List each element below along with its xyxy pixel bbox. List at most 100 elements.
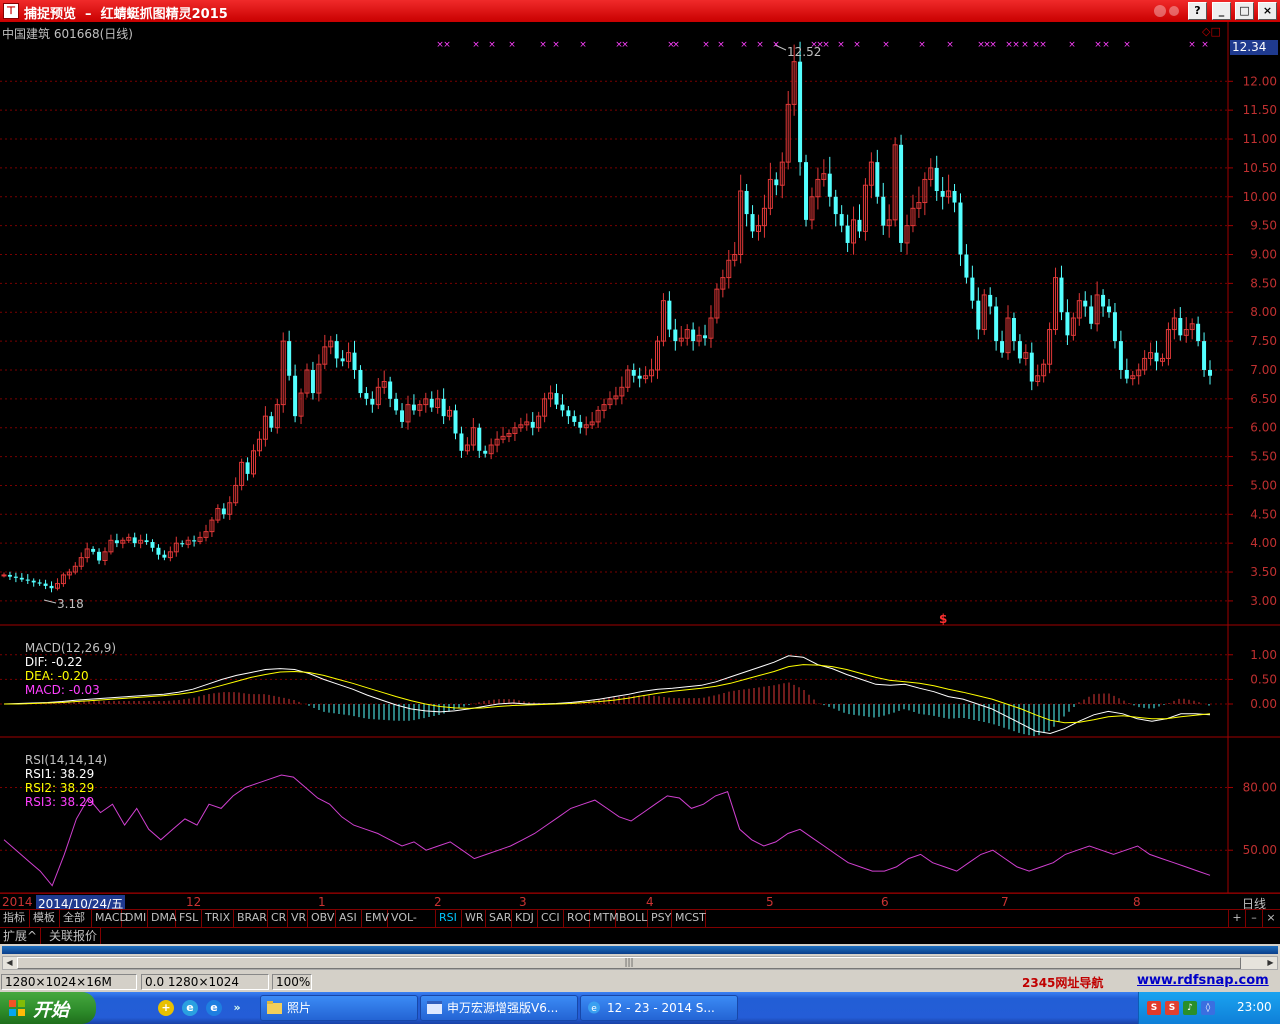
zoom-in-button[interactable]: +: [1228, 910, 1245, 927]
signal-marker: ×: [1012, 40, 1020, 50]
tab-asi[interactable]: ASI: [336, 910, 362, 927]
tab-vr[interactable]: VR: [288, 910, 308, 927]
tab-指标[interactable]: 指标: [0, 910, 30, 927]
candle-body: [19, 577, 24, 580]
close-button[interactable]: ×: [1258, 2, 1277, 20]
signal-marker: ×: [702, 40, 710, 50]
price-tick-label: 3.00: [1250, 594, 1277, 608]
signal-marker: ×: [717, 40, 725, 50]
month-label: 8: [1133, 895, 1141, 909]
candle-body: [958, 202, 963, 255]
task-button-photos[interactable]: 照片: [260, 995, 418, 1021]
candle-body: [400, 410, 405, 422]
tab-macd[interactable]: MACD: [92, 910, 128, 927]
price-tick-label: 7.00: [1250, 363, 1277, 377]
tab-全部[interactable]: 全部: [60, 910, 92, 927]
ie-icon: e: [588, 1001, 600, 1014]
current-price-tag: 12.34: [1230, 40, 1278, 55]
task-button-stock-app[interactable]: 申万宏源增强版V6...: [420, 995, 578, 1021]
rdfsnap-link[interactable]: www.rdfsnap.com: [1137, 973, 1269, 988]
tab-mtm[interactable]: MTM: [590, 910, 619, 927]
title-bar[interactable]: ⊤ 捕捉预览 – 红蜻蜓抓图精灵2015 ? _ □ ×: [0, 0, 1280, 22]
rsi-line: [3, 774, 1211, 887]
tab-dmi[interactable]: DMI: [122, 910, 148, 927]
candle-body: [1202, 341, 1207, 370]
price-tick-label: 4.00: [1250, 536, 1277, 550]
quicklaunch-expand-icon[interactable]: »: [229, 1000, 245, 1016]
candle-body: [774, 179, 779, 186]
scrollbar-thumb[interactable]: |||: [17, 957, 1241, 969]
candle-body: [441, 398, 446, 417]
quicklaunch-icon[interactable]: +: [158, 1000, 174, 1016]
candle-body: [340, 358, 345, 362]
tab-kdj[interactable]: KDJ: [512, 910, 538, 927]
start-button[interactable]: 开始: [0, 992, 96, 1024]
tab-roc[interactable]: ROC: [564, 910, 591, 927]
close-indicator-button[interactable]: ×: [1262, 910, 1279, 927]
corner-icons[interactable]: ◇□: [1202, 25, 1221, 38]
quicklaunch-icon[interactable]: e: [206, 1000, 222, 1016]
candle-body: [1011, 318, 1016, 342]
tab-obv[interactable]: OBV: [308, 910, 336, 927]
tab-模板[interactable]: 模板: [30, 910, 60, 927]
security-shield-icon[interactable]: ◊: [1201, 1001, 1215, 1015]
candle-body: [114, 540, 119, 544]
ad-link-2345[interactable]: 2345网址导航: [1022, 974, 1103, 991]
help-button[interactable]: ?: [1188, 2, 1207, 20]
tab-trix[interactable]: TRIX: [202, 910, 234, 927]
panel-tab-bar: 扩展^ 关联报价: [0, 927, 1280, 944]
scroll-left-icon[interactable]: ◀: [3, 957, 16, 969]
price-tick-label: 12.00: [1243, 74, 1277, 88]
tab-vol-tdx[interactable]: VOL-TDX: [388, 910, 436, 940]
candle-body: [132, 537, 137, 544]
candle-body: [269, 416, 274, 428]
tab-cci[interactable]: CCI: [538, 910, 564, 927]
date-axis-bar: 2014 2014/10/24/五 12 1 2 3 4 5 6 7 8 日线: [0, 893, 1280, 912]
tab-mcst[interactable]: MCST: [672, 910, 706, 927]
tab-emv[interactable]: EMV: [362, 910, 389, 927]
zoom-out-button[interactable]: –: [1245, 910, 1262, 927]
price-tick-label: 11.50: [1243, 103, 1277, 117]
macd-value: MACD: -0.03: [24, 683, 100, 697]
quicklaunch-icon[interactable]: e: [182, 1000, 198, 1016]
candle-body: [1178, 318, 1183, 336]
horizontal-scrollbar[interactable]: ◀ ||| ▶: [2, 956, 1278, 970]
signal-marker: ×: [989, 40, 997, 50]
candle-body: [150, 542, 155, 548]
stock-chart-area[interactable]: 12.00 11.50 11.00 10.50 10.00 9.50 9.00 8.50 8.0…: [0, 22, 1280, 910]
tab-sar[interactable]: SAR: [486, 910, 512, 927]
minimize-button[interactable]: _: [1212, 2, 1231, 20]
speaker-icon[interactable]: ♪: [1183, 1001, 1197, 1015]
candle-body: [1196, 323, 1201, 342]
tab-boll[interactable]: BOLL: [616, 910, 648, 927]
signal-marker: ×: [882, 40, 890, 50]
tab-fsl[interactable]: FSL: [176, 910, 202, 927]
stock-chart-svg[interactable]: 12.0011.5011.0010.5010.009.509.008.508.0…: [0, 22, 1280, 910]
candle-body: [1059, 277, 1064, 313]
tab-psy[interactable]: PSY: [648, 910, 672, 927]
candle-body: [49, 585, 54, 589]
scroll-right-icon[interactable]: ▶: [1264, 957, 1277, 969]
tab-dma[interactable]: DMA: [148, 910, 177, 927]
sogou-icon[interactable]: S: [1165, 1001, 1179, 1015]
antivirus-icon[interactable]: S: [1147, 1001, 1161, 1015]
tab-rsi[interactable]: RSI: [436, 910, 462, 927]
candle-body: [1208, 369, 1212, 376]
signal-marker: ×: [837, 40, 845, 50]
candle-body: [572, 416, 577, 422]
indicator-tab-bar: 指标 模板 全部 MACD DMI DMA FSL TRIX BRAR CR VR OBV ASI EMV…: [0, 909, 1280, 940]
month-label: 1: [318, 895, 326, 909]
date-axis-start: 2014: [2, 895, 33, 909]
tab-brar[interactable]: BRAR: [234, 910, 268, 927]
price-tick-label: 6.00: [1250, 421, 1277, 435]
maximize-button[interactable]: □: [1235, 2, 1254, 20]
tab-wr[interactable]: WR: [462, 910, 486, 927]
signal-marker: ×: [1201, 40, 1209, 50]
price-tick-label: 10.50: [1243, 161, 1277, 175]
task-button-browser[interactable]: e 12 - 23 - 2014 S...: [580, 995, 738, 1021]
candle-body: [1124, 369, 1129, 379]
tab-cr[interactable]: CR: [268, 910, 288, 927]
tab-expand[interactable]: 扩展^: [0, 928, 42, 944]
tab-related-quotes[interactable]: 关联报价: [46, 928, 102, 944]
taskbar-preview-strip: [2, 946, 1278, 954]
